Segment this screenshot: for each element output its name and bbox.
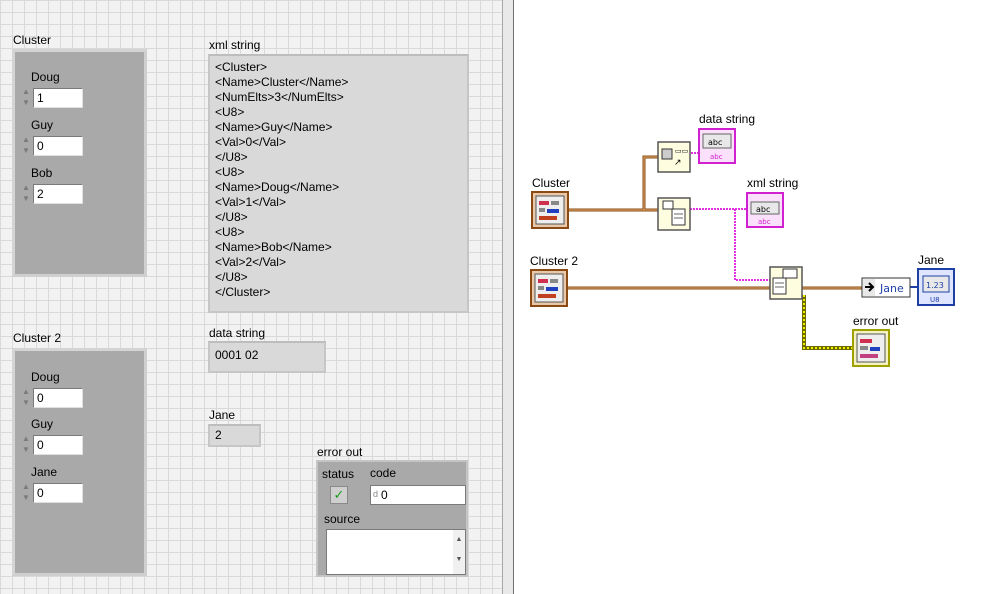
svg-text:Jane: Jane bbox=[879, 282, 904, 295]
source-field[interactable]: ▲ ▼ bbox=[326, 529, 466, 575]
increment-decrement-icon[interactable]: ▲ ▼ bbox=[20, 182, 32, 206]
xml-line: <Name>Guy</Name> bbox=[215, 120, 333, 134]
xml-line: <Val>2</Val> bbox=[215, 255, 286, 269]
xml-line: <Name>Cluster</Name> bbox=[215, 75, 349, 89]
error-out-label: error out bbox=[317, 445, 363, 459]
xml-line: <Val>1</Val> bbox=[215, 195, 286, 209]
jane-indicator-label: Jane bbox=[209, 408, 236, 422]
data-string-terminal-label: data string bbox=[699, 112, 756, 126]
source-label: source bbox=[324, 512, 361, 526]
doug-field[interactable]: 1 bbox=[33, 88, 83, 108]
cluster-2-control: Doug ▲ ▼ 0 Guy ▲ ▼ 0 Jane ▲ ▼ 0 bbox=[12, 348, 147, 576]
jane-field[interactable]: 0 bbox=[33, 483, 83, 503]
svg-text:abc: abc bbox=[758, 218, 771, 226]
xml-line: </U8> bbox=[215, 150, 248, 164]
bob-field[interactable]: 2 bbox=[33, 184, 83, 204]
data-string-label: data string bbox=[209, 326, 266, 340]
svg-text:abc: abc bbox=[756, 205, 770, 214]
svg-text:↗: ↗ bbox=[674, 158, 682, 168]
xml-line: <U8> bbox=[215, 105, 245, 119]
increment-decrement-icon[interactable]: ▲ ▼ bbox=[20, 433, 32, 457]
data-string-terminal[interactable]: abc abc bbox=[698, 128, 736, 164]
block-diagram: data string abc abc ▭▭ ↗ xml string abc … bbox=[514, 0, 1001, 594]
code-value: 0 bbox=[381, 488, 388, 502]
xml-string-text: <Cluster> <Name>Cluster</Name> <NumElts>3<… bbox=[215, 60, 462, 300]
unbundle-by-name-node[interactable]: Jane bbox=[861, 277, 911, 298]
error-out-terminal[interactable] bbox=[852, 329, 890, 367]
jane-label: Jane bbox=[31, 465, 58, 479]
flatten-to-xml-node[interactable] bbox=[657, 197, 691, 231]
status-check-icon[interactable]: ✓ bbox=[330, 486, 348, 504]
svg-text:U8: U8 bbox=[930, 296, 940, 304]
cluster-terminal-label: Cluster bbox=[532, 176, 571, 190]
guy-label: Guy bbox=[31, 417, 54, 431]
doug-label: Doug bbox=[31, 370, 60, 384]
code-field[interactable]: d 0 bbox=[370, 485, 466, 505]
xml-string-indicator[interactable]: <Cluster> <Name>Cluster</Name> <NumElts>3<… bbox=[208, 54, 469, 313]
error-out-terminal-label: error out bbox=[853, 314, 899, 328]
xml-line: </U8> bbox=[215, 210, 248, 224]
jane-terminal[interactable]: 1.23 U8 bbox=[917, 268, 955, 306]
doug-label: Doug bbox=[31, 70, 60, 84]
bob-label: Bob bbox=[31, 166, 53, 180]
cluster-control: Doug ▲ ▼ 1 Guy ▲ ▼ 0 Bob ▲ ▼ 2 bbox=[12, 49, 147, 277]
flatten-to-string-node[interactable]: ▭▭ ↗ bbox=[657, 141, 691, 173]
doug-field[interactable]: 0 bbox=[33, 388, 83, 408]
svg-text:abc: abc bbox=[708, 138, 722, 147]
xml-line: <Val>0</Val> bbox=[215, 135, 286, 149]
front-panel: Cluster Doug ▲ ▼ 1 Guy ▲ ▼ 0 Bob ▲ ▼ 2 Clus… bbox=[0, 0, 502, 594]
increment-decrement-icon[interactable]: ▲ ▼ bbox=[20, 386, 32, 410]
status-label: status bbox=[322, 467, 355, 481]
error-out-cluster: status ✓ code d 0 source ▲ ▼ bbox=[316, 460, 468, 577]
guy-field[interactable]: 0 bbox=[33, 435, 83, 455]
cluster-wire[interactable] bbox=[566, 155, 659, 212]
svg-text:abc: abc bbox=[710, 153, 723, 161]
xml-string-label: xml string bbox=[209, 38, 261, 52]
xml-line: <NumElts>3</NumElts> bbox=[215, 90, 344, 104]
xml-line: <Cluster> bbox=[215, 60, 268, 74]
xml-line: <Name>Bob</Name> bbox=[215, 240, 332, 254]
cluster-terminal[interactable] bbox=[531, 191, 569, 229]
jane-indicator[interactable]: 2 bbox=[208, 424, 261, 447]
panel-scrollbar[interactable] bbox=[502, 0, 514, 594]
xml-line: <U8> bbox=[215, 225, 245, 239]
svg-text:▭▭: ▭▭ bbox=[675, 147, 688, 155]
cluster-2-terminal-label: Cluster 2 bbox=[530, 254, 579, 268]
xml-string-terminal[interactable]: abc abc bbox=[746, 192, 784, 228]
xml-line: <U8> bbox=[215, 165, 245, 179]
source-scrollbar[interactable]: ▲ ▼ bbox=[453, 530, 465, 574]
increment-decrement-icon[interactable]: ▲ ▼ bbox=[20, 86, 32, 110]
increment-decrement-icon[interactable]: ▲ ▼ bbox=[20, 134, 32, 158]
guy-field[interactable]: 0 bbox=[33, 136, 83, 156]
cluster-label: Cluster bbox=[13, 33, 52, 47]
cluster-2-terminal[interactable] bbox=[530, 269, 568, 307]
cluster-2-label: Cluster 2 bbox=[13, 331, 62, 345]
guy-label: Guy bbox=[31, 118, 54, 132]
unflatten-from-xml-node[interactable] bbox=[769, 266, 803, 300]
svg-text:1.23: 1.23 bbox=[926, 281, 944, 290]
code-label: code bbox=[370, 466, 397, 480]
xml-line: </Cluster> bbox=[215, 285, 271, 299]
radix-indicator: d bbox=[373, 489, 379, 499]
increment-decrement-icon[interactable]: ▲ ▼ bbox=[20, 481, 32, 505]
error-wire[interactable] bbox=[802, 295, 852, 350]
xml-line: <Name>Doug</Name> bbox=[215, 180, 340, 194]
xml-string-terminal-label: xml string bbox=[747, 176, 799, 190]
xml-line: </U8> bbox=[215, 270, 248, 284]
jane-terminal-label: Jane bbox=[918, 253, 945, 267]
data-string-indicator[interactable]: 0001 02 bbox=[208, 341, 326, 373]
